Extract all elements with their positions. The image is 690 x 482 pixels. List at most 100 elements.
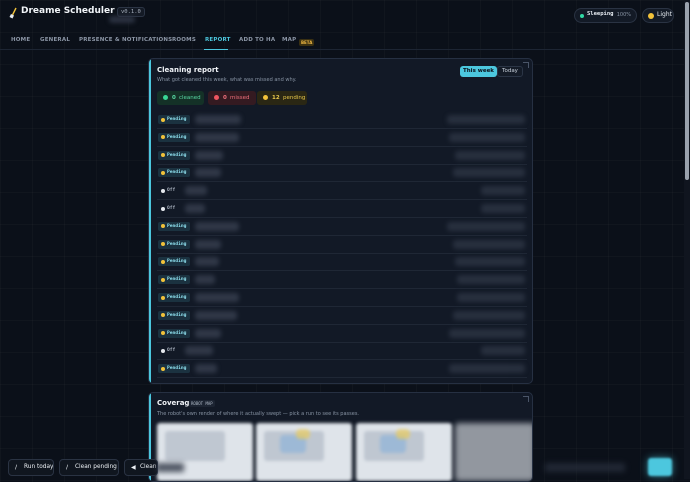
redacted-row-detail <box>449 328 525 338</box>
robot-status-pill[interactable]: Sleeping 100% <box>574 8 637 23</box>
tab-home[interactable]: HOME <box>11 37 30 43</box>
report-title: Cleaning report <box>157 66 219 74</box>
redacted-row-detail <box>453 310 525 320</box>
redacted-row-detail <box>449 364 525 374</box>
redacted-room-name <box>195 310 237 320</box>
row-status-badge: Off <box>158 204 179 213</box>
redacted-room-name <box>185 346 213 356</box>
redacted-text <box>156 463 184 472</box>
status-dot-icon <box>161 153 165 158</box>
pending-dot-icon <box>263 95 268 100</box>
redacted-row-detail <box>481 204 525 213</box>
scrollbar-thumb[interactable] <box>685 2 689 180</box>
broom-icon: ∕ <box>66 464 69 471</box>
status-dot-icon <box>161 206 165 211</box>
redacted-row-detail <box>453 239 525 249</box>
row-status-label: Pending <box>167 259 187 265</box>
row-status-badge: Off <box>158 346 179 355</box>
pending-label: pending <box>283 95 306 101</box>
status-dot-icon <box>161 348 165 353</box>
redacted-room-name <box>185 186 207 196</box>
row-status-badge: Pending <box>158 221 191 231</box>
coverage-card: Coverage ROBOT MAP The robot's own rende… <box>148 392 533 482</box>
range-today-button[interactable]: Today <box>497 66 523 77</box>
clean-pending-button[interactable]: ∕ Clean pending <box>59 459 119 476</box>
row-status-badge: Off <box>158 186 179 195</box>
report-row: Pending <box>157 360 527 379</box>
coverage-run-thumbnail[interactable] <box>256 423 352 481</box>
report-row: Pending <box>157 307 527 325</box>
status-dot-icon <box>161 135 165 140</box>
row-status-label: Pending <box>167 277 187 283</box>
redacted-row-detail <box>455 150 525 160</box>
report-row: Pending <box>157 147 527 165</box>
status-dot-icon <box>161 188 165 193</box>
missed-summary-pill: 0 missed <box>208 91 256 105</box>
tab-report[interactable]: REPORT <box>205 37 231 43</box>
row-status-badge: Pending <box>158 168 191 178</box>
primary-action-button[interactable] <box>648 458 672 476</box>
row-status-label: Off <box>167 348 176 354</box>
broom-icon <box>9 7 17 19</box>
tab-general[interactable]: GENERAL <box>40 37 70 43</box>
row-status-label: Pending <box>167 170 187 176</box>
tab-add-to-ha[interactable]: ADD TO HA <box>239 37 275 43</box>
row-status-badge: Pending <box>158 364 191 374</box>
cleaning-report-card: Cleaning report What got cleaned this we… <box>148 58 533 384</box>
speaker-icon: ◀ <box>131 464 136 471</box>
report-row: Pending <box>157 289 527 307</box>
redacted-row-detail <box>457 293 525 302</box>
row-status-label: Off <box>167 206 176 211</box>
row-status-badge: Pending <box>158 275 191 285</box>
map-pass <box>296 429 310 439</box>
redacted-room-name <box>195 364 217 374</box>
redacted-room-name <box>195 275 215 285</box>
status-dot-icon <box>161 313 165 318</box>
run-today-button[interactable]: ∕ Run today <box>8 459 54 476</box>
tab-presence-notifications[interactable]: PRESENCE & NOTIFICATIONS <box>79 37 172 43</box>
report-row: Pending <box>157 271 527 290</box>
missed-label: missed <box>230 95 250 101</box>
tab-map[interactable]: MAP <box>282 37 296 43</box>
coverage-run-thumbnail[interactable] <box>356 423 452 481</box>
redacted-room-name <box>185 204 205 213</box>
redacted-row-detail <box>455 257 525 267</box>
row-status-label: Off <box>167 188 176 194</box>
sun-icon <box>648 13 654 19</box>
report-row: Pending <box>157 164 527 183</box>
row-status-label: Pending <box>167 152 187 158</box>
range-this-week-button[interactable]: This week <box>460 66 497 77</box>
status-dot-icon <box>161 331 165 336</box>
redacted-room-name <box>195 132 239 142</box>
row-status-label: Pending <box>167 134 187 140</box>
redacted-row-detail <box>481 346 525 356</box>
report-row: Pending <box>157 325 527 343</box>
redacted-row-detail <box>447 221 525 231</box>
status-dot-icon <box>161 242 165 247</box>
status-dot-icon <box>161 295 165 300</box>
report-row: Off <box>157 200 527 218</box>
status-dot-icon <box>161 259 165 264</box>
missed-dot-icon <box>214 95 219 100</box>
report-row: Off <box>157 182 527 201</box>
row-status-label: Pending <box>167 366 187 372</box>
row-status-label: Pending <box>167 241 187 247</box>
status-label: Sleeping <box>587 11 614 17</box>
cleaned-count: 0 <box>172 95 176 101</box>
status-dot-icon <box>580 14 584 18</box>
report-subtitle: What got cleaned this week, what was mis… <box>157 77 297 83</box>
report-row: Pending <box>157 236 527 254</box>
status-dot-icon <box>161 224 165 229</box>
tab-rooms[interactable]: ROOMS <box>172 37 196 43</box>
row-status-badge: Pending <box>158 293 191 302</box>
coverage-run-thumbnail[interactable] <box>157 423 253 481</box>
redacted-room-name <box>195 168 221 178</box>
status-dot-icon <box>161 366 165 371</box>
theme-toggle-button[interactable]: Light <box>642 8 674 23</box>
clean-button[interactable]: ◀ Clean <box>124 459 158 476</box>
coverage-run-thumbnail[interactable] <box>455 423 532 481</box>
corner-bracket-icon <box>523 62 529 68</box>
corner-bracket-icon <box>523 396 529 402</box>
row-status-badge: Pending <box>158 257 191 267</box>
map-beta-badge: BETA <box>299 39 315 46</box>
